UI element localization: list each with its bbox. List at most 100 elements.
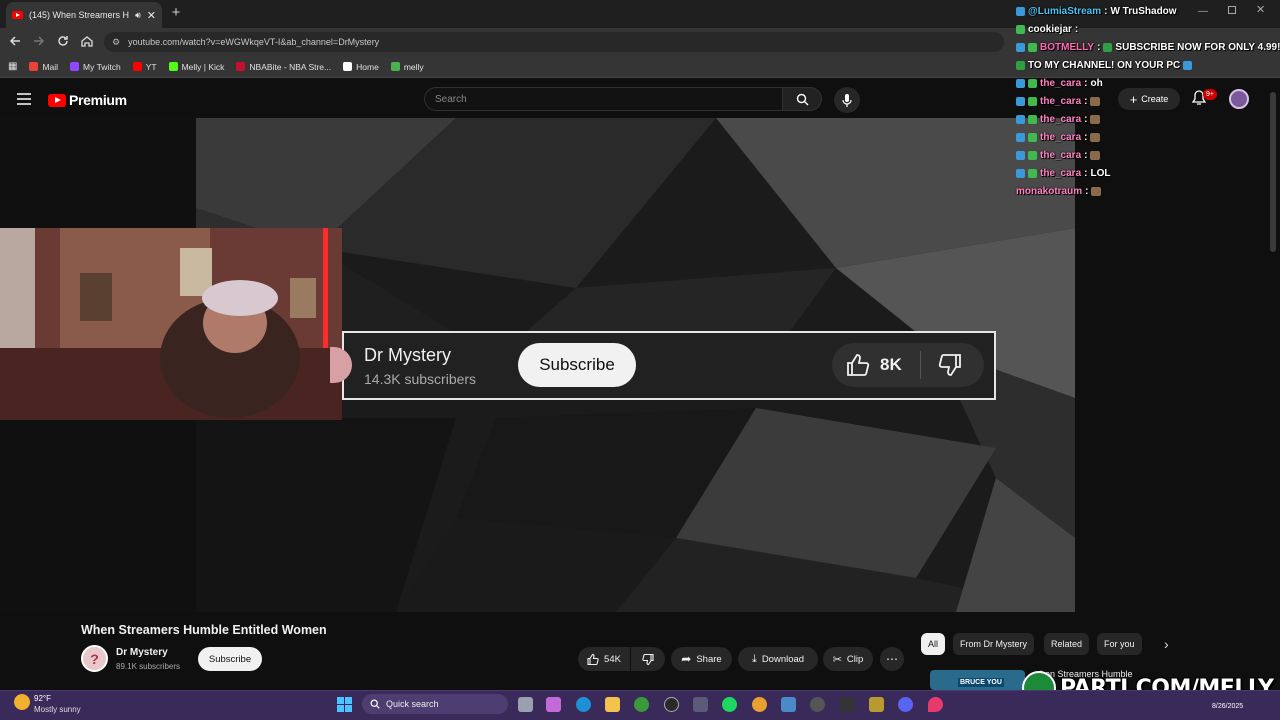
webcam-image — [0, 228, 342, 420]
weather-temperature[interactable]: 92°F — [34, 694, 51, 703]
youtube-logo[interactable]: Premium — [48, 92, 127, 108]
download-button[interactable]: ⤓ Download — [738, 647, 818, 671]
channel-name[interactable]: Dr Mystery — [116, 647, 168, 658]
chat-badge-icon — [1028, 115, 1037, 124]
bookmark-item[interactable]: My Twitch — [70, 62, 121, 72]
taskbar-date[interactable]: 8/26/2025 — [1212, 703, 1243, 710]
share-button[interactable]: ➦ Share — [671, 647, 732, 671]
window-minimize-icon[interactable]: — — [1198, 6, 1208, 17]
chat-user: the_cara — [1040, 96, 1082, 107]
chat-message: the_cara: — [1016, 114, 1101, 125]
weather-sun-icon[interactable] — [14, 694, 30, 710]
youtube-favicon-icon — [12, 11, 23, 19]
dislike-button[interactable] — [631, 647, 665, 671]
address-bar[interactable]: ⚙ youtube.com/watch?v=eWGWkqeVT-I&ab_cha… — [104, 32, 1004, 52]
chrome-icon[interactable] — [752, 697, 767, 712]
chat-badge-icon — [1016, 7, 1025, 16]
chip-related[interactable]: Related — [1044, 633, 1090, 655]
chat-message: cookiejar: — [1016, 24, 1081, 35]
apps-grid-icon[interactable]: ▦ — [8, 61, 17, 72]
chat-badge-icon — [1016, 25, 1025, 34]
media-player-icon[interactable] — [810, 697, 825, 712]
window-close-icon[interactable]: ✕ — [1256, 3, 1265, 16]
account-avatar[interactable] — [1229, 89, 1249, 109]
scissors-icon: ✂ — [832, 653, 842, 666]
chat-message: monakotraum: — [1016, 186, 1102, 197]
bookmark-item[interactable]: YT — [132, 62, 157, 72]
new-tab-button[interactable]: + — [168, 4, 184, 22]
bookmark-label: melly — [403, 61, 424, 72]
window-maximize-icon[interactable] — [1228, 6, 1236, 14]
copilot-icon[interactable] — [546, 697, 561, 712]
speaker-icon[interactable]: 🔊︎ — [135, 10, 141, 21]
chat-text: W TruShadow — [1110, 6, 1177, 17]
webcam-feed — [0, 228, 342, 420]
spotify-icon[interactable] — [722, 697, 737, 712]
page-scrollbar[interactable] — [1270, 92, 1276, 252]
browser-tab[interactable]: (145) When Streamers Humble Entitled Wom… — [6, 2, 162, 28]
menu-icon[interactable] — [17, 93, 31, 105]
chat-badge-icon — [1028, 79, 1037, 88]
chat-message: the_cara: oh — [1016, 78, 1103, 89]
chip-all[interactable]: All — [921, 633, 946, 655]
chat-badge-icon — [1016, 169, 1025, 178]
chat-message: the_cara: — [1016, 96, 1101, 107]
tab-title: (145) When Streamers Humble Entitled Wom… — [29, 10, 130, 20]
tab-close-icon[interactable]: ✕ — [147, 9, 156, 22]
chat-user: BOTMELLY — [1040, 42, 1095, 53]
weather-description[interactable]: Mostly sunny — [34, 705, 81, 714]
obs-icon[interactable] — [840, 697, 855, 712]
store-icon[interactable] — [693, 697, 708, 712]
bookmark-item[interactable]: melly — [390, 61, 424, 72]
edge-icon[interactable] — [576, 697, 591, 712]
home-icon[interactable] — [80, 34, 96, 50]
chat-message: @LumiaStream: W TruShadow — [1016, 6, 1177, 17]
download-label: Download — [761, 653, 805, 665]
card-subscribe-button: Subscribe — [518, 343, 636, 387]
windows-start-icon[interactable] — [337, 697, 352, 712]
related-thumbnail-text: BRUCE YOU — [958, 678, 1004, 687]
bookmark-label: Mail — [42, 61, 59, 72]
search-button[interactable] — [782, 87, 822, 111]
like-count: 54K — [604, 653, 621, 665]
chip-for-you[interactable]: For you — [1097, 633, 1142, 655]
clip-label: Clip — [846, 653, 864, 665]
like-button[interactable]: 54K — [578, 647, 630, 671]
chip-from-channel[interactable]: From Dr Mystery — [953, 633, 1034, 655]
search-input[interactable]: Search — [424, 87, 782, 111]
bookmark-item[interactable]: NBABite - NBA Stre... — [236, 62, 331, 72]
chat-badge-icon — [1028, 169, 1037, 178]
chevron-right-icon[interactable]: › — [1164, 636, 1169, 652]
microphone-icon — [842, 93, 852, 107]
more-icon: ⋯ — [886, 652, 898, 666]
bookmark-item[interactable]: Home — [343, 62, 379, 72]
voice-search-button[interactable] — [834, 87, 860, 113]
more-actions-button[interactable]: ⋯ — [880, 647, 904, 671]
bookmark-favicon-icon — [236, 62, 246, 71]
back-arrow-icon[interactable] — [8, 34, 24, 50]
bookmark-item[interactable]: Mail — [29, 62, 58, 72]
file-explorer-icon[interactable] — [605, 697, 620, 712]
taskbar-search[interactable]: Quick search — [362, 694, 508, 714]
app-icon[interactable] — [781, 697, 796, 712]
app2-icon[interactable] — [869, 697, 884, 712]
pin-icon[interactable] — [928, 697, 943, 712]
task-view-icon[interactable] — [518, 697, 533, 712]
chat-user: the_cara — [1040, 132, 1082, 143]
discord-icon[interactable] — [898, 697, 913, 712]
clip-button[interactable]: ✂ Clip — [823, 647, 873, 671]
create-button[interactable]: + Create — [1118, 88, 1180, 110]
forward-arrow-icon[interactable] — [32, 34, 48, 50]
card-like-divider — [920, 351, 921, 379]
reload-icon[interactable] — [56, 34, 72, 50]
subscribe-button[interactable]: Subscribe — [198, 647, 262, 671]
site-info-icon[interactable]: ⚙ — [112, 37, 120, 48]
channel-avatar[interactable]: ? — [81, 645, 108, 672]
steam-icon[interactable] — [664, 697, 679, 712]
share-label: Share — [696, 653, 722, 665]
chat-emote-icon — [1090, 151, 1101, 160]
chat-emote-icon — [1090, 97, 1101, 106]
bookmark-label: Home — [356, 61, 379, 72]
bookmark-item[interactable]: Melly | Kick — [168, 62, 224, 72]
xbox-icon[interactable] — [634, 697, 649, 712]
